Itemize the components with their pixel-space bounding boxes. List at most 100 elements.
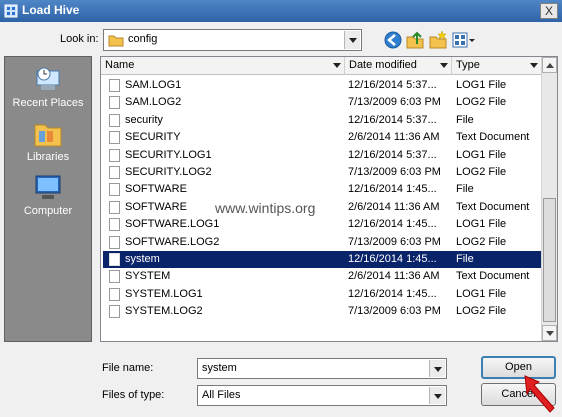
file-type: File: [456, 113, 474, 126]
file-name: SYSTEM: [125, 270, 171, 283]
computer-icon: [35, 175, 61, 199]
file-date: 7/13/2009 6:03 PM: [348, 305, 441, 318]
chevron-down-icon[interactable]: [429, 387, 445, 404]
file-row[interactable]: SOFTWARE.LOG1 12/16/2014 1:45... LOG1 File: [103, 216, 541, 233]
file-icon: [109, 218, 120, 232]
libraries-icon: [34, 124, 62, 147]
file-name: SOFTWARE.LOG1: [125, 218, 220, 231]
new-folder-icon[interactable]: [428, 30, 448, 50]
folder-icon: [108, 35, 124, 47]
place-libraries[interactable]: Libraries: [5, 119, 91, 163]
chevron-down-icon[interactable]: [429, 360, 445, 377]
scroll-down-button[interactable]: [542, 325, 557, 341]
file-row[interactable]: SOFTWARE 12/16/2014 1:45... File: [103, 181, 541, 198]
file-type: LOG2 File: [456, 305, 507, 318]
file-date: 2/6/2014 11:36 AM: [348, 270, 440, 283]
chevron-down-icon[interactable]: [344, 31, 360, 49]
chevron-down-icon[interactable]: [440, 63, 448, 68]
file-date: 12/16/2014 1:45...: [348, 183, 437, 196]
file-name: system: [125, 253, 160, 265]
file-type: File: [456, 253, 474, 265]
file-name: SAM.LOG2: [125, 96, 182, 109]
pointer-arrow-icon: [524, 375, 555, 413]
file-type: Text Document: [456, 131, 530, 144]
file-date: 2/6/2014 11:36 AM: [348, 131, 440, 144]
lookin-select[interactable]: config: [103, 29, 362, 51]
file-icon: [109, 96, 120, 110]
file-row[interactable]: SAM.LOG2 7/13/2009 6:03 PM LOG2 File: [103, 94, 541, 111]
filename-value: system: [202, 362, 237, 374]
file-row[interactable]: SOFTWARE 2/6/2014 11:36 AM Text Document: [103, 199, 541, 216]
chevron-down-icon[interactable]: [333, 63, 341, 68]
file-type: LOG2 File: [456, 166, 507, 178]
filetype-label: Files of type:: [102, 389, 165, 401]
place-recent-places[interactable]: Recent Places: [5, 65, 91, 109]
file-row[interactable]: SYSTEM.LOG1 12/16/2014 1:45... LOG1 File: [103, 286, 541, 303]
file-date: 7/13/2009 6:03 PM: [348, 235, 441, 248]
scroll-up-button[interactable]: [542, 57, 557, 73]
file-type: LOG2 File: [456, 235, 507, 248]
file-row[interactable]: security 12/16/2014 5:37... File: [103, 112, 541, 129]
place-computer[interactable]: Computer: [5, 173, 91, 217]
file-date: 12/16/2014 5:37...: [348, 148, 437, 161]
vertical-scrollbar[interactable]: [541, 57, 557, 341]
file-icon: [109, 287, 120, 301]
back-icon[interactable]: [383, 30, 403, 50]
file-icon: [109, 183, 120, 197]
filetype-select[interactable]: All Files: [197, 385, 447, 406]
filename-label: File name:: [102, 362, 154, 374]
window-title: Load Hive: [22, 3, 80, 17]
place-label: Recent Places: [12, 97, 84, 109]
up-folder-icon[interactable]: [405, 30, 425, 50]
file-row[interactable]: SECURITY 2/6/2014 11:36 AM Text Document: [103, 129, 541, 146]
lookin-label: Look in:: [60, 33, 99, 45]
file-date: 7/13/2009 6:03 PM: [348, 166, 441, 178]
file-icon: [109, 235, 120, 249]
file-list[interactable]: Name Date modified Type SAM.LOG1 12/16/20…: [100, 56, 558, 342]
close-button[interactable]: X: [540, 3, 558, 19]
place-label: Libraries: [26, 151, 70, 163]
file-name: SECURITY: [125, 131, 181, 144]
file-type: Text Document: [456, 200, 530, 213]
file-date: 2/6/2014 11:36 AM: [348, 200, 440, 213]
file-type: LOG1 File: [456, 148, 507, 161]
file-name: SOFTWARE.LOG2: [125, 235, 220, 248]
filename-input[interactable]: system: [197, 358, 447, 379]
file-date: 12/16/2014 1:45...: [348, 287, 437, 300]
file-type: LOG1 File: [456, 287, 507, 300]
lookin-value: config: [128, 33, 158, 45]
file-name: security: [125, 113, 163, 126]
column-header-type[interactable]: Type: [452, 57, 542, 75]
scroll-thumb[interactable]: [543, 198, 556, 322]
file-date: 12/16/2014 5:37...: [348, 79, 437, 91]
file-type: LOG1 File: [456, 218, 507, 231]
file-name: SAM.LOG1: [125, 79, 182, 91]
file-icon: [109, 79, 120, 92]
file-name: SECURITY.LOG1: [125, 148, 212, 161]
column-header-name[interactable]: Name: [101, 57, 345, 75]
registry-icon: [4, 4, 18, 18]
title-bar: [0, 0, 562, 22]
place-label: Computer: [23, 205, 73, 217]
file-row[interactable]: SAM.LOG1 12/16/2014 5:37... LOG1 File: [103, 77, 541, 94]
file-row[interactable]: SYSTEM.LOG2 7/13/2009 6:03 PM LOG2 File: [103, 303, 541, 320]
file-type: LOG1 File: [456, 79, 507, 91]
places-bar: Recent Places Libraries Computer: [4, 56, 92, 342]
file-row[interactable]: SOFTWARE.LOG2 7/13/2009 6:03 PM LOG2 File: [103, 234, 541, 251]
file-type: File: [456, 183, 474, 196]
file-name: SOFTWARE: [125, 183, 187, 196]
file-name: SECURITY.LOG2: [125, 166, 212, 178]
file-icon: [109, 253, 120, 266]
file-icon: [109, 166, 120, 179]
file-row[interactable]: system 12/16/2014 1:45... File: [103, 251, 541, 268]
chevron-down-icon[interactable]: [530, 63, 538, 68]
file-row[interactable]: SECURITY.LOG1 12/16/2014 5:37... LOG1 File: [103, 147, 541, 164]
view-menu-icon[interactable]: [452, 30, 476, 50]
file-row[interactable]: SECURITY.LOG2 7/13/2009 6:03 PM LOG2 File: [103, 164, 541, 181]
column-header-date[interactable]: Date modified: [345, 57, 452, 75]
file-row[interactable]: SYSTEM 2/6/2014 11:36 AM Text Document: [103, 268, 541, 285]
watermark: www.wintips.org: [215, 200, 316, 216]
file-icon: [109, 200, 120, 214]
file-icon: [109, 305, 120, 319]
file-type: LOG2 File: [456, 96, 507, 109]
